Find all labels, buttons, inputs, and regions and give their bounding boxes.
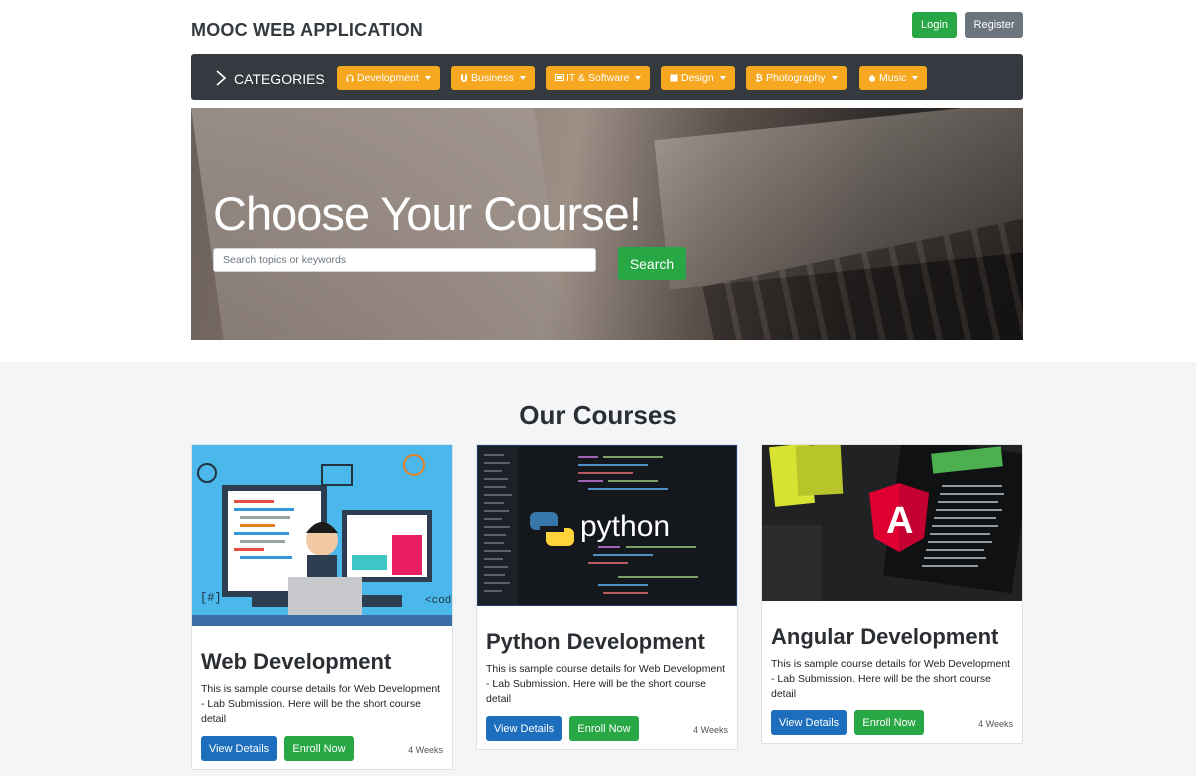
categories-bar: CATEGORIES Development Business IT & Sof… (191, 54, 1023, 100)
caret-down-icon (519, 76, 526, 80)
courses-heading: Our Courses (519, 400, 677, 430)
enroll-now-button[interactable]: Enroll Now (569, 716, 639, 741)
magnet-icon (460, 74, 468, 82)
code-text: <code (425, 595, 452, 607)
course-title[interactable]: Python Development (486, 629, 705, 655)
course-card-web-development: <code [#] Web Development This is sample… (191, 444, 453, 770)
course-title[interactable]: Angular Development (771, 624, 998, 650)
course-description: This is sample course details for Web De… (486, 663, 726, 705)
brand-title[interactable]: MOOC WEB APPLICATION (191, 20, 423, 41)
caret-down-icon (831, 76, 838, 80)
angular-development-image[interactable]: A (762, 445, 1022, 601)
enroll-now-button[interactable]: Enroll Now (284, 736, 354, 761)
course-card-angular-development: A Angular Development This is sample cou… (761, 444, 1023, 744)
courses-section: Our Courses <cod [#] Web Development Thi… (0, 362, 1196, 776)
angular-logo-text: A (886, 500, 913, 542)
caret-down-icon (424, 76, 431, 80)
view-details-button[interactable]: View Details (486, 716, 562, 741)
bitcoin-icon: ₿ (755, 73, 763, 83)
course-title[interactable]: Web Development (201, 649, 391, 675)
python-development-image[interactable]: python (477, 445, 737, 606)
search-button[interactable]: Search (618, 247, 686, 280)
category-label: IT & Software (566, 72, 630, 84)
course-duration: 4 Weeks (408, 745, 443, 755)
svg-text:[#]: [#] (200, 591, 222, 605)
monitor-icon (555, 74, 564, 82)
category-music-dropdown[interactable]: Music (859, 66, 928, 90)
headphones-icon (346, 74, 354, 82)
category-it-software-dropdown[interactable]: IT & Software (546, 66, 651, 90)
caret-down-icon (635, 76, 642, 80)
category-label: Business (471, 72, 514, 84)
search-input[interactable] (213, 248, 596, 272)
course-description: This is sample course details for Web De… (771, 658, 1011, 700)
register-button[interactable]: Register (965, 12, 1023, 38)
chevron-right-icon (216, 70, 227, 86)
login-button[interactable]: Login (912, 12, 957, 38)
category-label: Music (879, 72, 907, 84)
caret-down-icon (912, 76, 919, 80)
course-description: This is sample course details for Web De… (201, 683, 441, 725)
python-logo-text: python (580, 510, 670, 543)
web-development-image[interactable]: <code [#] (192, 445, 452, 626)
view-details-button[interactable]: View Details (201, 736, 277, 761)
hero-title: Choose Your Course! (213, 187, 642, 240)
course-card-python-development: python Python Development This is sample… (476, 444, 738, 750)
category-label: Photography (766, 72, 826, 84)
course-duration: 4 Weeks (978, 719, 1013, 729)
caret-down-icon (719, 76, 726, 80)
category-design-dropdown[interactable]: Design (661, 66, 735, 90)
category-label: Design (681, 72, 714, 84)
category-photography-dropdown[interactable]: ₿ Photography (746, 66, 847, 90)
site-header: MOOC WEB APPLICATION Login Register (191, 12, 1023, 48)
category-label: Development (357, 72, 419, 84)
categories-title: CATEGORIES (234, 71, 325, 87)
category-business-dropdown[interactable]: Business (451, 66, 535, 90)
category-development-dropdown[interactable]: Development (337, 66, 440, 90)
apple-icon (868, 74, 876, 82)
square-icon (670, 74, 678, 82)
course-duration: 4 Weeks (693, 725, 728, 735)
view-details-button[interactable]: View Details (771, 710, 847, 735)
enroll-now-button[interactable]: Enroll Now (854, 710, 924, 735)
hero-banner: Choose Your Course! Search (191, 108, 1023, 340)
